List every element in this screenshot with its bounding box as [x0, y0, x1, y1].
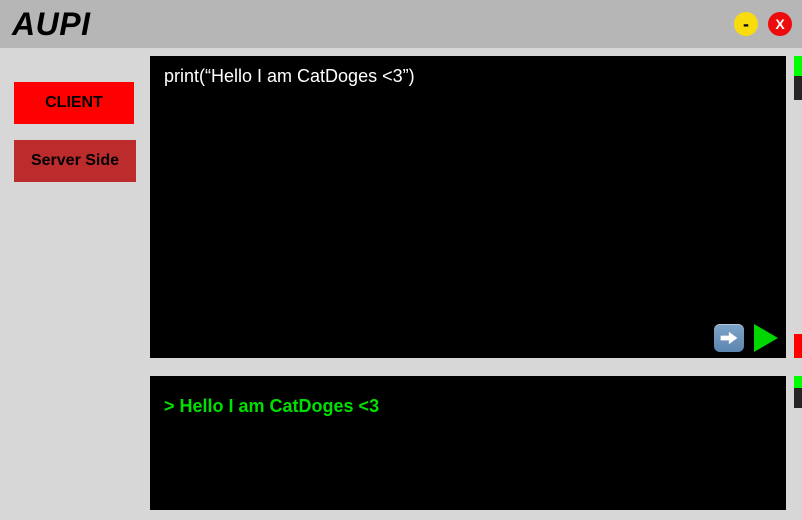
app-window: AUPI - X CLIENT Server Side print(“Hello… [0, 0, 802, 520]
minimize-button[interactable]: - [734, 12, 758, 36]
editor-scrollbar[interactable] [794, 56, 802, 358]
tab-client-label: CLIENT [45, 94, 103, 112]
tab-server-label: Server Side [31, 152, 119, 170]
scroll-track [794, 388, 802, 408]
output-console[interactable]: > Hello I am CatDoges <3 [150, 376, 786, 510]
editor-actions [714, 324, 778, 352]
code-line: print(“Hello I am CatDoges <3”) [164, 66, 772, 87]
minimize-icon: - [743, 15, 749, 33]
console-scrollbar[interactable] [794, 376, 802, 510]
tab-server-side[interactable]: Server Side [14, 140, 136, 182]
close-icon: X [775, 16, 784, 32]
scroll-gap [794, 408, 802, 510]
console-line: > Hello I am CatDoges <3 [164, 396, 772, 417]
run-button[interactable] [754, 324, 778, 352]
code-editor[interactable]: print(“Hello I am CatDoges <3”) [150, 56, 786, 358]
window-controls: - X [734, 12, 792, 36]
titlebar: AUPI - X [0, 0, 802, 48]
app-title: AUPI [12, 6, 90, 43]
scroll-gap [794, 100, 802, 334]
step-button[interactable] [714, 324, 744, 352]
arrow-right-icon [720, 331, 738, 345]
scroll-marker-red [794, 334, 802, 358]
console-panel: > Hello I am CatDoges <3 [150, 376, 790, 510]
scroll-marker-green [794, 56, 802, 76]
tab-client[interactable]: CLIENT [14, 82, 134, 124]
scroll-marker-green [794, 376, 802, 388]
editor-panel: print(“Hello I am CatDoges <3”) [150, 56, 790, 358]
main: print(“Hello I am CatDoges <3”) [150, 48, 802, 520]
scroll-track [794, 76, 802, 100]
sidebar: CLIENT Server Side [0, 48, 150, 520]
close-button[interactable]: X [768, 12, 792, 36]
body: CLIENT Server Side print(“Hello I am Cat… [0, 48, 802, 520]
